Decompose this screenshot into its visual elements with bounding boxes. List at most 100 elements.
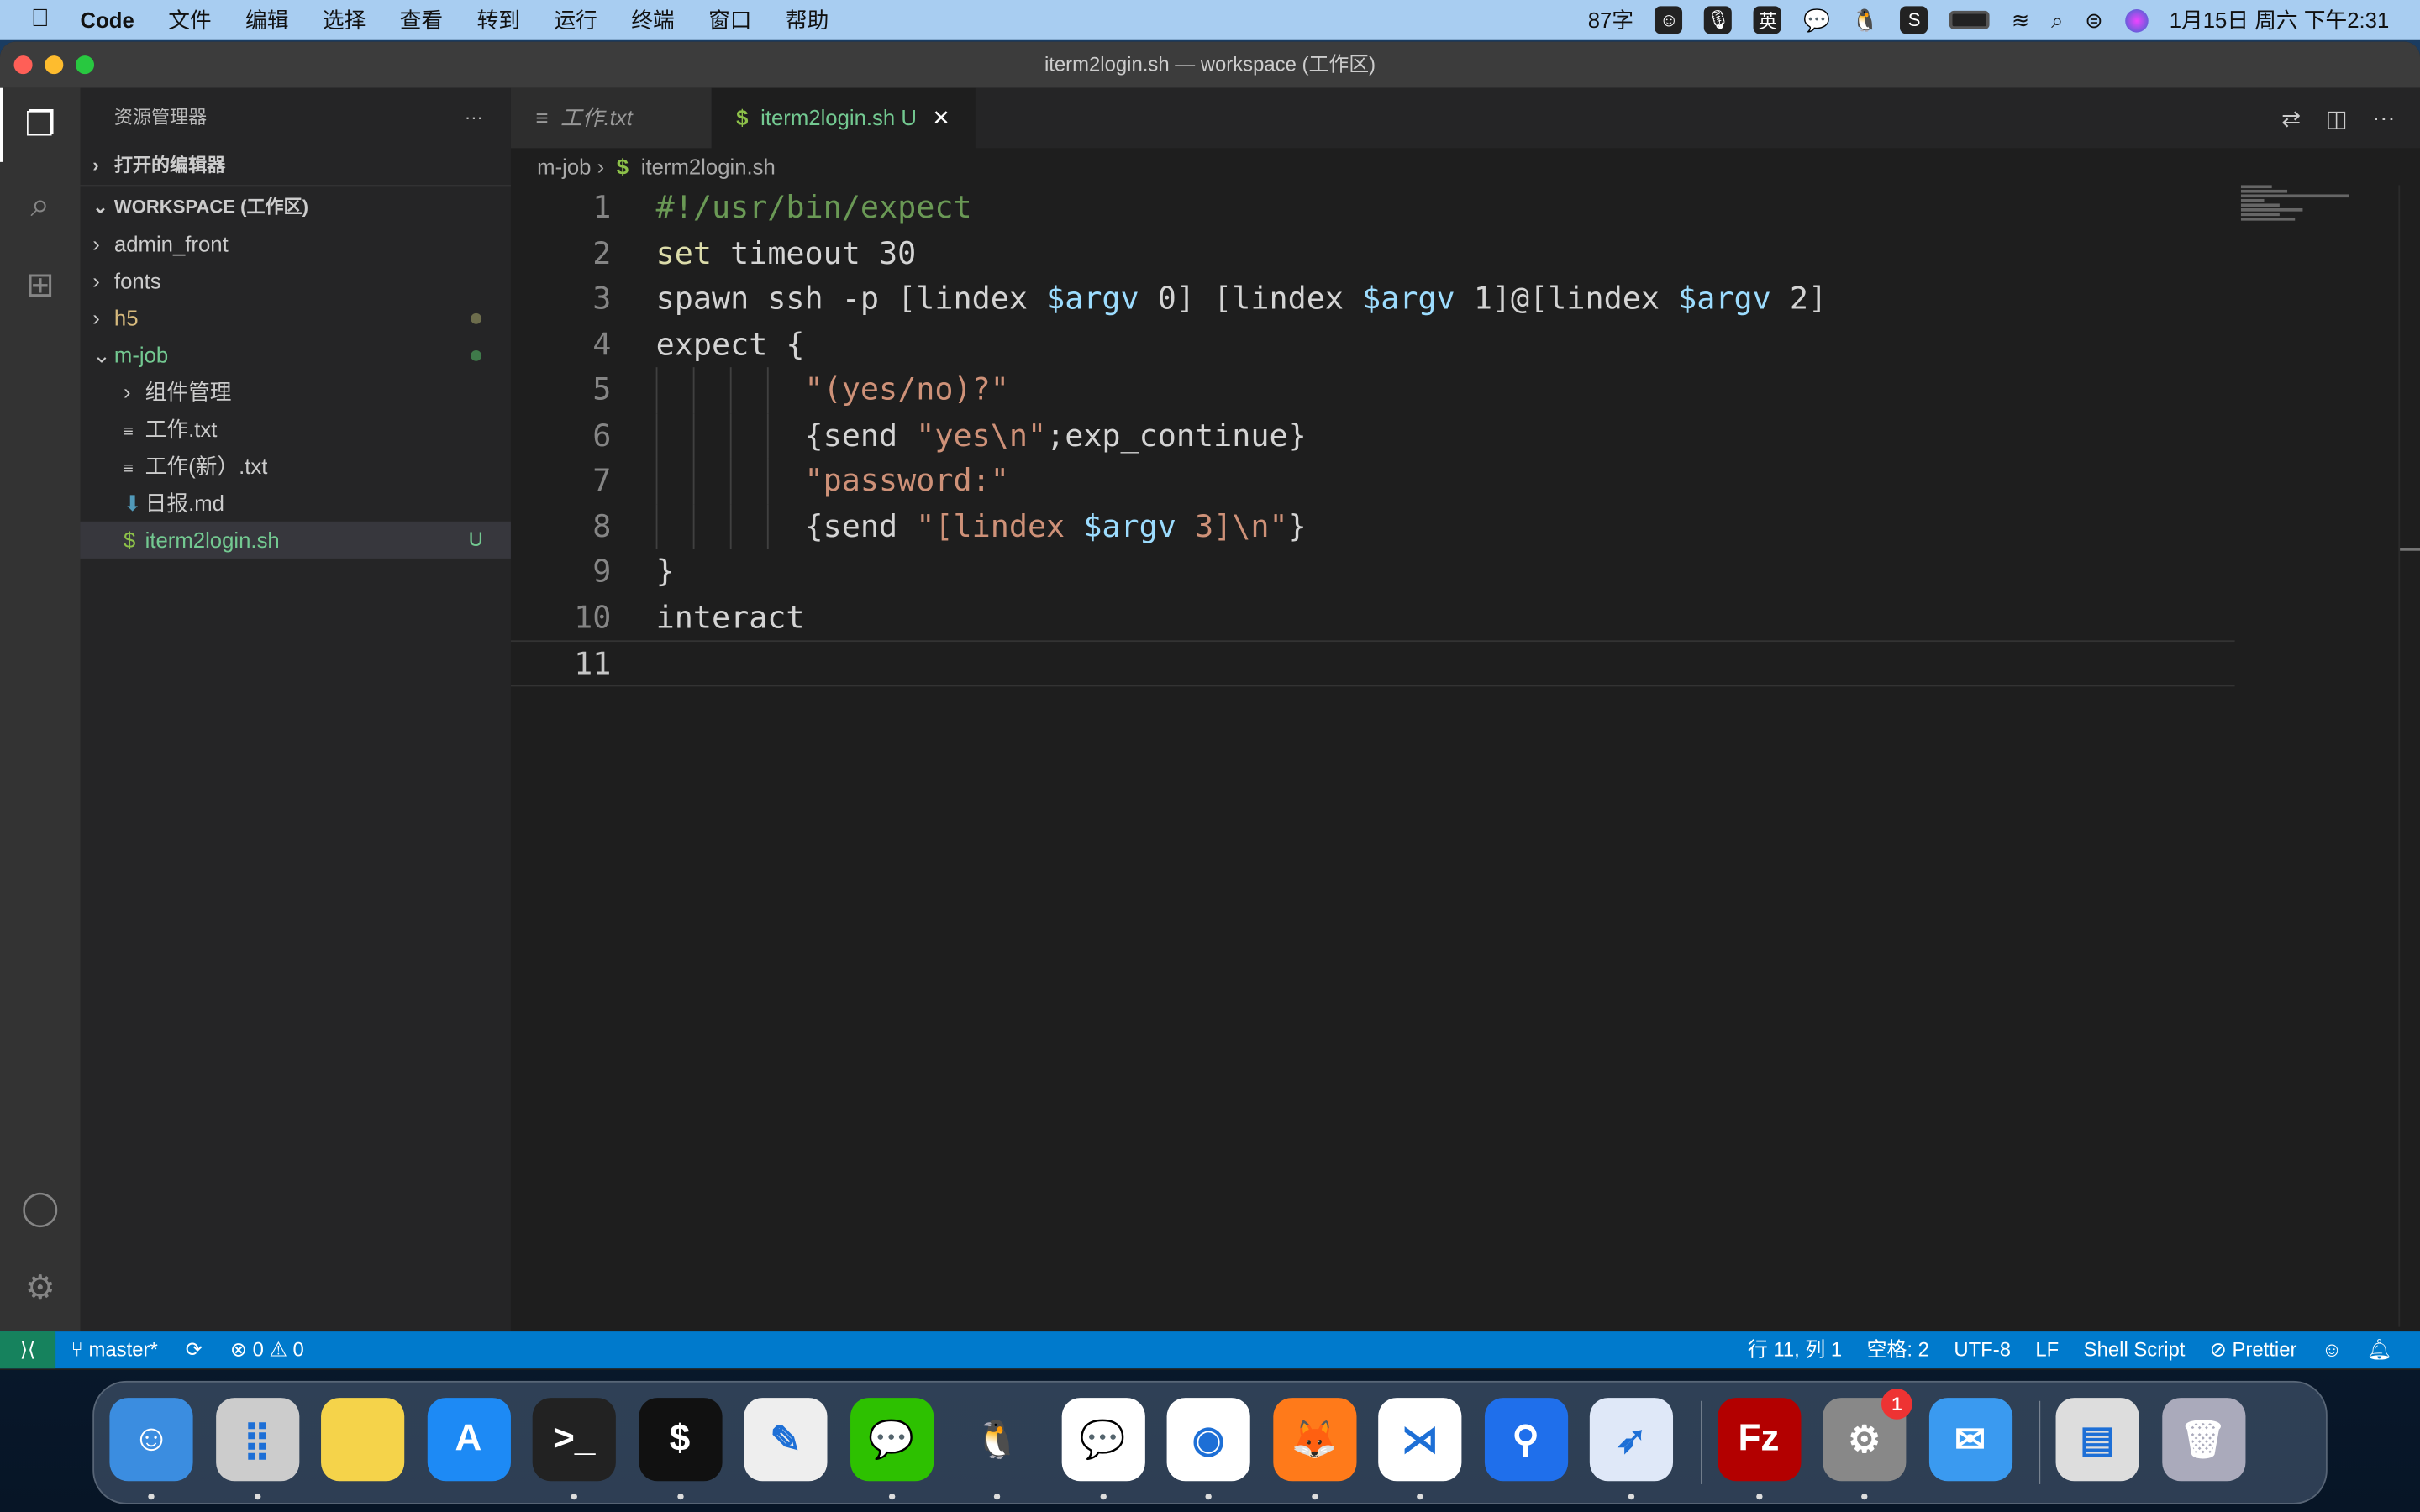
menu-6[interactable]: 终端: [631, 5, 674, 36]
dock-lark-icon[interactable]: ➶: [1589, 1398, 1674, 1500]
tree-item[interactable]: › 组件管理: [81, 373, 511, 410]
open-editors-section[interactable]: › 打开的编辑器: [81, 146, 511, 183]
menu-5[interactable]: 运行: [554, 5, 597, 36]
mic-icon[interactable]: 🎙: [1704, 6, 1733, 34]
dock-trash-icon[interactable]: 🗑: [2161, 1398, 2245, 1482]
dock-wechat-icon[interactable]: 💬: [850, 1398, 934, 1500]
remote-icon[interactable]: ⟩⟨: [0, 1331, 56, 1369]
code-editor[interactable]: 1 #!/usr/bin/expect 2 set timeout 30 3 spawn …: [510, 185, 2235, 686]
code-line: 4 expect {: [511, 322, 2235, 367]
dock-system-preferences-icon[interactable]: ⚙ 1: [1823, 1389, 1912, 1500]
tree-item[interactable]: › admin_front: [81, 225, 511, 262]
indentation[interactable]: 空格: 2: [1867, 1331, 1929, 1368]
search-icon[interactable]: ⌕: [2051, 7, 2063, 33]
notification-badge: 1: [1881, 1389, 1912, 1420]
prettier-button[interactable]: ⊘ Prettier: [2210, 1331, 2297, 1368]
running-indicator: [888, 1493, 895, 1500]
dock-textedit-icon[interactable]: ✎: [744, 1398, 828, 1482]
clock[interactable]: 1月15日 周六 下午2:31: [2170, 5, 2390, 36]
gear-icon[interactable]: ⚙: [18, 1267, 61, 1310]
battery-icon[interactable]: [1949, 10, 1991, 29]
bell-icon[interactable]: 🔔︎: [2367, 1331, 2392, 1368]
tree-item[interactable]: › fonts: [81, 262, 511, 299]
more-icon[interactable]: ···: [2372, 105, 2396, 131]
dock-downloads-stack-icon[interactable]: ▤: [2055, 1398, 2139, 1482]
extensions-icon[interactable]: ⊞: [18, 264, 61, 307]
close-icon[interactable]: ✕: [932, 105, 950, 129]
indent-guide: [692, 367, 695, 413]
dock-finder-icon[interactable]: ☺: [109, 1398, 193, 1500]
tab-work-txt[interactable]: ≡ 工作.txt: [510, 87, 712, 149]
menu-4[interactable]: 转到: [477, 5, 520, 36]
tree-item[interactable]: $ iterm2login.sh U: [80, 521, 511, 559]
menu-0[interactable]: 文件: [168, 5, 211, 36]
account-icon[interactable]: ◯: [18, 1186, 61, 1229]
minimize-window-button[interactable]: [45, 55, 64, 75]
emoji-icon[interactable]: ☺: [1655, 6, 1683, 34]
more-actions-button[interactable]: ···: [465, 88, 483, 147]
dock-filezilla-icon[interactable]: Fz: [1717, 1398, 1801, 1500]
menu-8[interactable]: 帮助: [786, 5, 829, 36]
end-of-line[interactable]: LF: [2035, 1331, 2059, 1368]
workspace-section[interactable]: ⌄ WORKSPACE (工作区): [81, 188, 511, 225]
dock-feishu-chat-icon[interactable]: 💬: [1060, 1398, 1144, 1500]
sync-icon[interactable]: ⟳: [186, 1331, 203, 1368]
problems-button[interactable]: ⊗ 0 ⚠ 0: [230, 1331, 304, 1368]
tree-item[interactable]: ≡ 工作(新）.txt: [81, 448, 511, 485]
menu-7[interactable]: 窗口: [708, 5, 751, 36]
chat-icon[interactable]: 💬: [1803, 7, 1830, 33]
breadcrumb-folder[interactable]: m-job: [537, 155, 591, 179]
language-mode[interactable]: Shell Script: [2084, 1331, 2186, 1368]
dock-pin-app-icon[interactable]: ⚲: [1484, 1398, 1568, 1482]
dock-chrome-icon[interactable]: ◉: [1166, 1398, 1250, 1500]
open-changes-icon[interactable]: ⇄: [2281, 104, 2301, 132]
code-token: expect {: [655, 324, 805, 362]
code-token: }: [1287, 507, 1307, 544]
running-indicator: [676, 1493, 683, 1500]
tab-iterm2login-sh[interactable]: $ iterm2login.sh U ✕: [711, 87, 976, 149]
indent-guide: [655, 367, 658, 413]
dock-app-store-icon[interactable]: A: [426, 1398, 511, 1482]
close-window-button[interactable]: [13, 55, 33, 75]
minimap[interactable]: [2240, 185, 2396, 222]
wifi-icon[interactable]: ≋: [2012, 7, 2030, 33]
app-menu[interactable]: Code: [81, 8, 134, 32]
menu-3[interactable]: 查看: [400, 5, 443, 36]
zoom-window-button[interactable]: [76, 55, 95, 75]
dock-vscode-icon[interactable]: ⋊: [1378, 1398, 1462, 1500]
line-text: expect {: [656, 322, 805, 367]
breadcrumb-file[interactable]: iterm2login.sh: [641, 155, 776, 179]
indent-guide: [692, 412, 695, 459]
search-icon[interactable]: ⌕: [18, 184, 61, 227]
code-line: 5 "(yes/no)?": [511, 367, 2235, 413]
dock-iterm-icon[interactable]: $: [638, 1398, 722, 1500]
menu-2[interactable]: 选择: [323, 5, 366, 36]
dock-qq-icon[interactable]: 🐧: [955, 1398, 1039, 1500]
dock-terminal-icon[interactable]: >_: [532, 1398, 616, 1500]
feedback-icon[interactable]: ☺: [2322, 1331, 2342, 1368]
menu-1[interactable]: 编辑: [245, 5, 288, 36]
apple-menu-icon[interactable]: : [31, 6, 50, 34]
input-method[interactable]: 英: [1754, 6, 1782, 34]
encoding[interactable]: UTF-8: [1954, 1331, 2011, 1368]
s-app-icon[interactable]: S: [1900, 6, 1928, 34]
siri-icon[interactable]: [2124, 8, 2149, 32]
indent-guide: [729, 412, 732, 459]
tree-item[interactable]: ⌄ m-job: [81, 336, 511, 373]
dock-firefox-icon[interactable]: 🦊: [1272, 1398, 1356, 1500]
split-editor-icon[interactable]: ◫: [2326, 104, 2348, 132]
explorer-icon[interactable]: ❐: [18, 103, 61, 146]
vertical-scrollbar[interactable]: [2398, 185, 2420, 1327]
tab-bar: ≡ 工作.txt $ iterm2login.sh U ✕ ⇄ ◫ ···: [510, 87, 2420, 149]
tree-item[interactable]: ⬇ 日报.md: [81, 485, 511, 522]
cursor-position[interactable]: 行 11, 列 1: [1748, 1331, 1842, 1368]
tree-item[interactable]: › h5: [81, 299, 511, 336]
tree-item-label: admin_front: [113, 231, 229, 256]
tree-item[interactable]: ≡ 工作.txt: [81, 411, 511, 448]
branch-button[interactable]: ⑂ master*: [71, 1331, 157, 1368]
control-center-icon[interactable]: ⊜: [2085, 7, 2103, 33]
dock-notes-icon[interactable]: [321, 1398, 405, 1482]
dock-mail-icon[interactable]: ✉: [1928, 1398, 2012, 1482]
dock-launchpad-icon[interactable]: ⣿: [215, 1398, 299, 1500]
qq-icon[interactable]: 🐧: [1852, 7, 1879, 33]
